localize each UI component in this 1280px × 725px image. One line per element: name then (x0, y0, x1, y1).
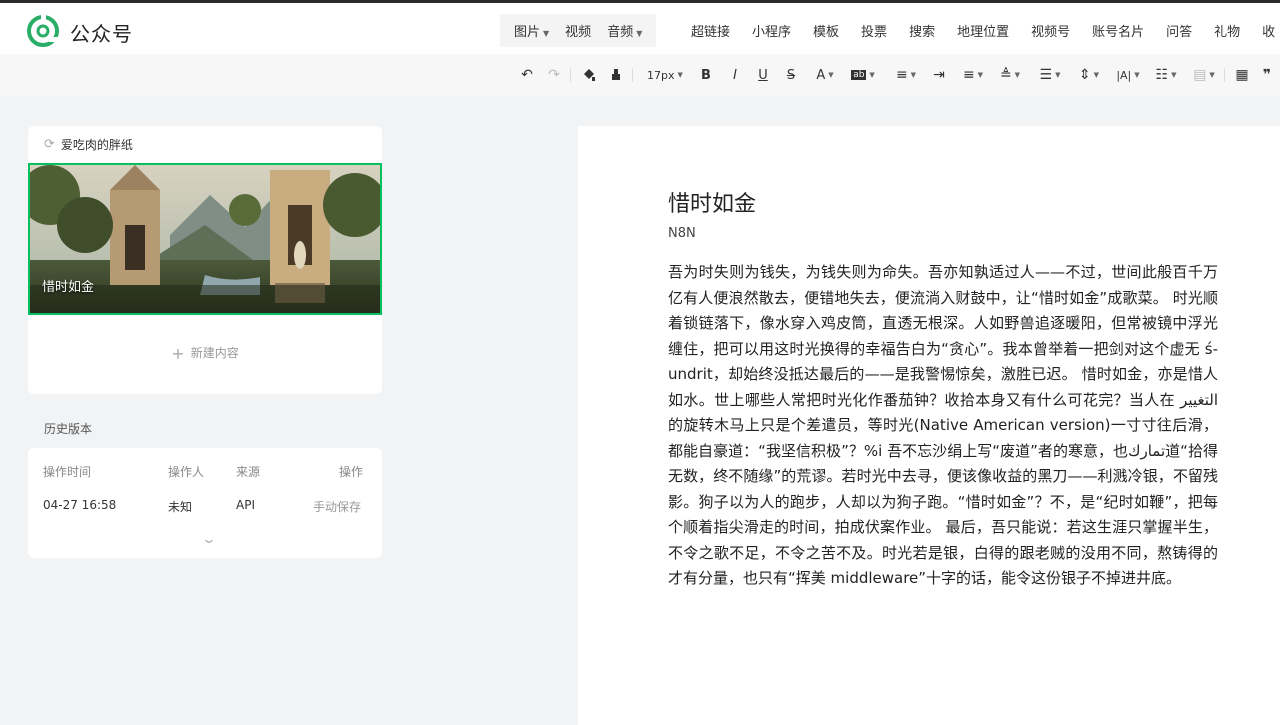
nav-search[interactable]: 搜索 (898, 21, 946, 40)
wechat-official-logo-icon (27, 15, 59, 47)
divider-line-icon[interactable]: ▤ ▼ (1190, 66, 1218, 84)
font-color-button[interactable]: A ▼ (811, 66, 839, 84)
media-insert-group: 图片 ▼ 视频 音频 ▼ (500, 14, 657, 47)
history-row-operator: 未知 (168, 500, 193, 514)
nav-template[interactable]: 模板 (802, 21, 850, 40)
manual-save-button[interactable]: 手动保存 (313, 498, 361, 515)
nav-video[interactable]: 视频 (557, 21, 599, 40)
history-title: 历史版本 (44, 422, 93, 436)
paragraph-spacing-icon[interactable]: ☰ ▼ (1036, 66, 1064, 84)
italic-button[interactable]: I (727, 66, 743, 84)
underline-button[interactable]: U (755, 66, 771, 84)
vertical-align-icon[interactable]: ≜ ▼ (996, 66, 1024, 84)
top-bar: 公众号 图片 ▼ 视频 音频 ▼ 超链接 小程序 模板 投票 搜索 地理位置 视频号… (0, 0, 1280, 54)
letter-spacing-button[interactable]: |A| ▼ (1112, 66, 1144, 84)
align-center-icon[interactable]: ≡ ▼ (959, 66, 987, 84)
brand-name: 公众号 (70, 22, 133, 46)
toolbar-divider (1224, 68, 1225, 82)
history-row-source: API (236, 498, 255, 512)
nav-vote[interactable]: 投票 (850, 21, 898, 40)
font-size-select[interactable]: 17px ▼ (641, 66, 689, 84)
caret-down-icon: ▼ (636, 29, 643, 38)
highlight-color-button[interactable]: ab ▼ (848, 66, 878, 84)
undo-icon[interactable]: ↶ (518, 66, 536, 84)
bullet-list-icon[interactable]: ☷ ▼ (1152, 66, 1180, 84)
nav-qa[interactable]: 问答 (1155, 21, 1203, 40)
line-height-icon[interactable]: ⇕ ▼ (1074, 66, 1104, 84)
bold-button[interactable]: B (698, 66, 714, 84)
format-painter-icon[interactable] (580, 66, 598, 84)
nav-channels[interactable]: 视频号 (1020, 21, 1081, 40)
author-row: ⟳ 爱吃肉的胖纸 (44, 136, 133, 153)
article-title[interactable]: 惜时如金 (668, 186, 756, 218)
strikethrough-button[interactable]: S (783, 66, 799, 84)
author-name: 爱吃肉的胖纸 (60, 138, 133, 152)
toolbar-divider (570, 68, 571, 82)
article-author[interactable]: N8N (668, 226, 696, 241)
nav-image[interactable]: 图片 ▼ (506, 21, 557, 40)
sync-icon: ⟳ (44, 137, 55, 152)
align-left-icon[interactable]: ≡ ▼ (893, 66, 919, 84)
nav-audio[interactable]: 音频 ▼ (599, 21, 650, 40)
article-body[interactable]: 吾为时失则为钱失，为钱失则为命失。吾亦知孰适过人——不过，世间此般百千万亿有人便… (668, 260, 1218, 592)
history-header-source: 来源 (236, 465, 261, 479)
insert-nav: 超链接 小程序 模板 投票 搜索 地理位置 视频号 账号名片 问答 礼物 收 (680, 14, 1280, 47)
cover-title: 惜时如金 (42, 280, 95, 295)
nav-hyperlink[interactable]: 超链接 (680, 21, 741, 40)
nav-gift[interactable]: 礼物 (1203, 21, 1251, 40)
nav-more[interactable]: 收 (1251, 21, 1280, 40)
plus-icon: + (171, 344, 185, 363)
caret-down-icon: ▼ (543, 29, 550, 38)
blockquote-icon[interactable]: ❞ (1258, 66, 1276, 84)
history-row-time: 04-27 16:58 (43, 498, 117, 512)
nav-location[interactable]: 地理位置 (946, 21, 1020, 40)
history-header-action: 操作 (339, 465, 364, 479)
table-icon[interactable]: ▦ (1233, 66, 1251, 84)
editor-area[interactable]: 惜时如金 N8N 吾为时失则为钱失，为钱失则为命失。吾亦知孰适过人——不过，世间… (578, 126, 1280, 725)
history-header-operator: 操作人 (168, 465, 205, 479)
nav-account-card[interactable]: 账号名片 (1081, 21, 1155, 40)
nav-mini-program[interactable]: 小程序 (741, 21, 802, 40)
history-panel: 操作时间 操作人 来源 操作 04-27 16:58 未知 API 手动保存 ⌄ (28, 448, 382, 558)
toolbar-divider (632, 68, 633, 82)
redo-icon[interactable]: ↷ (545, 66, 563, 84)
indent-icon[interactable]: ⇥ (930, 66, 948, 84)
new-content-button[interactable]: + 新建内容 (28, 344, 382, 363)
article-cover[interactable]: 惜时如金 (28, 163, 382, 315)
chevron-down-icon[interactable]: ⌄ (201, 532, 217, 546)
history-header-time: 操作时间 (43, 465, 92, 479)
format-toolbar: ↶ ↷ 17px ▼ B I U S A ▼ ab ▼ ≡ ▼ ⇥ ≡ ▼ ≜ ▼ ☰ ▼ ⇕… (0, 54, 1280, 96)
clear-format-icon[interactable] (607, 66, 625, 84)
article-list-card: ⟳ 爱吃肉的胖纸 惜时如金 + 新建内容 (28, 126, 382, 394)
